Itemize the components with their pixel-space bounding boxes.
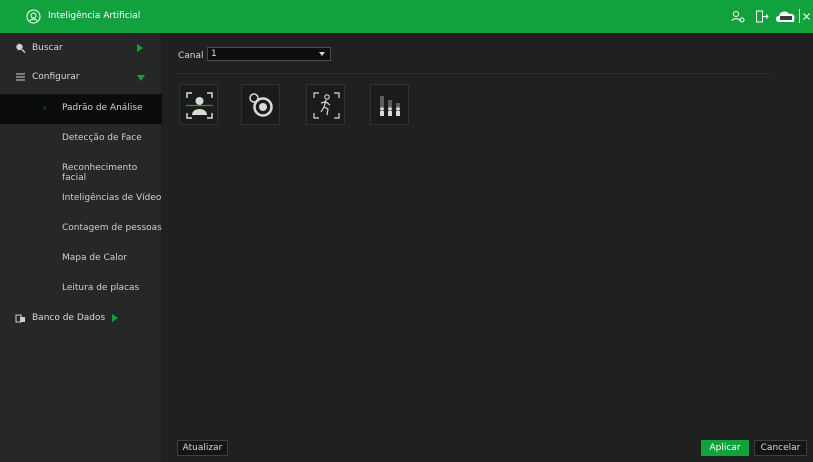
sidebar-item-label: Mapa de Calor [62, 253, 127, 263]
refresh-button[interactable]: Atualizar [177, 440, 228, 456]
apply-button[interactable]: Aplicar [701, 440, 749, 456]
sidebar-item-label: Banco de Dados [32, 313, 106, 323]
sidebar-item-padrao-de-analise[interactable]: › Padrão de Análise [0, 94, 162, 124]
sidebar-item-label: Padrão de Análise [62, 103, 143, 113]
sidebar: Buscar Configurar › Padrão de Análise De… [0, 33, 162, 462]
divider [176, 73, 770, 74]
sidebar-item-mapa-de-calor[interactable]: Mapa de Calor [0, 244, 162, 274]
user-settings-icon[interactable] [731, 10, 745, 23]
sidebar-item-label: Detecção de Face [62, 133, 142, 143]
sidebar-item-configurar[interactable]: Configurar [0, 63, 162, 93]
sidebar-item-label: Buscar [32, 43, 63, 53]
face-detection-tile[interactable] [179, 84, 218, 125]
person-motion-tile[interactable] [306, 84, 345, 125]
sidebar-item-buscar[interactable]: Buscar [0, 34, 162, 64]
main-panel: Canal 1 Atualizar Aplicar Cancelar [162, 33, 813, 462]
sidebar-item-label: Contagem de pessoas [62, 223, 162, 233]
canal-value: 1 [211, 49, 217, 59]
chevron-down-icon [319, 52, 325, 56]
close-icon[interactable] [802, 10, 811, 23]
logout-icon[interactable] [755, 10, 769, 23]
toolbar-separator [799, 9, 800, 23]
title-bar: Inteligência Artificial [0, 0, 813, 33]
sidebar-item-reconhecimento-facial[interactable]: Reconhecimento facial [0, 154, 162, 184]
person-motion-icon [313, 92, 340, 119]
sidebar-item-inteligencias-de-video[interactable]: Inteligências de Vídeo [0, 184, 162, 214]
camera-lens-tile[interactable] [241, 84, 280, 125]
app-title: Inteligência Artificial [48, 11, 141, 21]
cloud-icon[interactable] [774, 8, 798, 24]
cancel-button[interactable]: Cancelar [754, 440, 807, 456]
camera-lens-icon [249, 93, 273, 117]
sidebar-item-label: Leitura de placas [62, 283, 140, 293]
people-counting-icon [380, 96, 400, 116]
canal-label: Canal [178, 51, 204, 61]
caret-right-icon [112, 314, 118, 322]
list-icon [16, 73, 25, 81]
sidebar-item-leitura-de-placas[interactable]: Leitura de placas [0, 274, 162, 304]
people-counting-tile[interactable] [370, 84, 409, 125]
database-icon [15, 314, 25, 323]
canal-select[interactable]: 1 [207, 47, 331, 61]
search-icon [16, 43, 26, 53]
caret-down-icon [137, 75, 145, 81]
sidebar-item-label: Configurar [32, 72, 80, 82]
sidebar-item-label: Reconhecimento facial [62, 163, 138, 183]
caret-right-icon [137, 44, 143, 52]
sidebar-item-deteccao-de-face[interactable]: Detecção de Face [0, 124, 162, 154]
sidebar-item-contagem-de-pessoas[interactable]: Contagem de pessoas [0, 214, 162, 244]
chevron-right-icon: › [43, 103, 47, 112]
face-detection-icon [186, 92, 213, 119]
ai-brain-icon [26, 9, 41, 24]
sidebar-item-banco-de-dados[interactable]: Banco de Dados [0, 304, 162, 334]
sidebar-item-label: Inteligências de Vídeo [62, 193, 162, 203]
